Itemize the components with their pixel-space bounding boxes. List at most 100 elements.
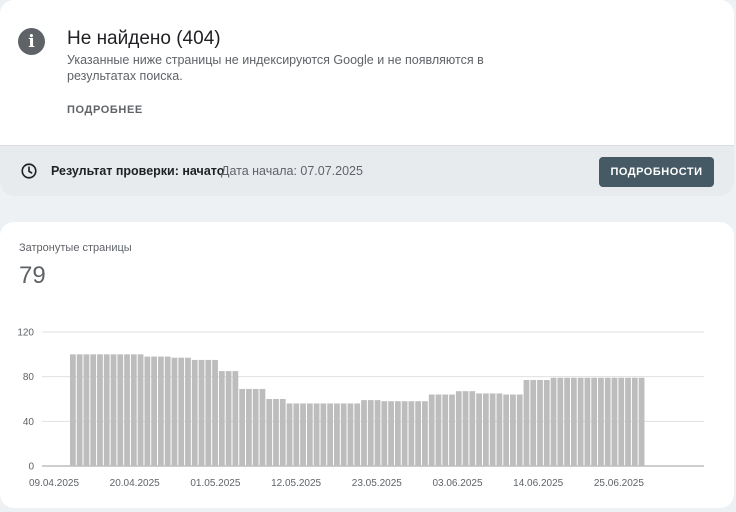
- chart-bar[interactable]: [503, 394, 510, 466]
- chart-bar[interactable]: [164, 356, 171, 466]
- chart-bar[interactable]: [584, 377, 591, 466]
- chart-bar[interactable]: [591, 377, 598, 466]
- chart-bar[interactable]: [604, 377, 611, 466]
- chart-bar[interactable]: [198, 359, 205, 466]
- chart-bar[interactable]: [279, 399, 286, 466]
- chart-bar[interactable]: [273, 399, 279, 466]
- x-tick-label: 09.04.2025: [29, 478, 79, 489]
- chart-bar[interactable]: [293, 403, 300, 466]
- chart-bar[interactable]: [158, 356, 164, 466]
- x-tick-label: 01.05.2025: [190, 478, 240, 489]
- chart-bar[interactable]: [320, 403, 327, 466]
- chart-bar[interactable]: [564, 377, 570, 466]
- chart-bar[interactable]: [510, 394, 516, 466]
- chart-bar[interactable]: [469, 391, 476, 466]
- chart-bar[interactable]: [496, 393, 503, 466]
- chart-bar[interactable]: [489, 393, 496, 466]
- chart-bar[interactable]: [482, 393, 489, 466]
- chart-bar[interactable]: [476, 393, 482, 466]
- y-tick-label: 120: [17, 328, 34, 339]
- y-tick-label: 40: [23, 417, 35, 428]
- chart-bar[interactable]: [455, 391, 462, 466]
- chart-bar[interactable]: [334, 403, 340, 466]
- chart-bar[interactable]: [225, 371, 232, 466]
- chart-bar[interactable]: [83, 354, 90, 466]
- chart-bar[interactable]: [76, 354, 83, 466]
- chart-bar[interactable]: [638, 377, 645, 466]
- validation-status-label: Результат проверки: начато: [51, 164, 225, 178]
- chart-bar[interactable]: [523, 380, 530, 466]
- chart-bar[interactable]: [97, 354, 103, 466]
- chart-bar[interactable]: [557, 377, 564, 466]
- chart-bar[interactable]: [354, 403, 361, 466]
- chart-bar[interactable]: [239, 388, 246, 466]
- chart-bar[interactable]: [110, 354, 117, 466]
- chart-bar[interactable]: [537, 380, 543, 466]
- affected-pages-label: Затронутые страницы: [19, 242, 132, 254]
- chart-bar[interactable]: [340, 403, 347, 466]
- chart-bar[interactable]: [367, 400, 374, 466]
- chart-bar[interactable]: [516, 394, 523, 466]
- chart-bar[interactable]: [266, 399, 273, 466]
- chart-bar[interactable]: [171, 357, 178, 466]
- y-tick-label: 0: [28, 462, 34, 473]
- validation-start-date: Дата начала: 07.07.2025: [221, 164, 363, 178]
- details-button[interactable]: ПОДРОБНОСТИ: [599, 157, 714, 187]
- chart-bar[interactable]: [286, 403, 293, 466]
- chart-bar[interactable]: [381, 401, 388, 466]
- chart-bar[interactable]: [252, 388, 259, 466]
- chart-bar[interactable]: [408, 401, 415, 466]
- chart-bar[interactable]: [570, 377, 577, 466]
- chart-bar[interactable]: [191, 359, 198, 466]
- chart-bar[interactable]: [151, 356, 158, 466]
- x-tick-label: 23.05.2025: [352, 478, 402, 489]
- chart-bar[interactable]: [543, 380, 550, 466]
- chart-bar[interactable]: [442, 394, 449, 466]
- chart-bar[interactable]: [144, 356, 151, 466]
- chart-bar[interactable]: [530, 380, 537, 466]
- chart-bar[interactable]: [259, 388, 266, 466]
- chart-bar[interactable]: [130, 354, 137, 466]
- chart-bar[interactable]: [205, 359, 212, 466]
- chart-bar[interactable]: [347, 403, 354, 466]
- chart-bar[interactable]: [428, 394, 435, 466]
- chart-bar[interactable]: [137, 354, 144, 466]
- chart-bar[interactable]: [625, 377, 631, 466]
- learn-more-link[interactable]: ПОДРОБНЕЕ: [67, 104, 143, 116]
- chart-bar[interactable]: [306, 403, 313, 466]
- chart-bar[interactable]: [117, 354, 124, 466]
- y-tick-label: 80: [23, 372, 35, 383]
- x-tick-label: 20.04.2025: [110, 478, 160, 489]
- chart-bar[interactable]: [374, 400, 381, 466]
- chart-bar[interactable]: [449, 394, 455, 466]
- chart-bar[interactable]: [232, 371, 239, 466]
- affected-pages-count: 79: [19, 262, 46, 289]
- chart-bar[interactable]: [611, 377, 618, 466]
- chart-bar[interactable]: [124, 354, 130, 466]
- chart-bar[interactable]: [631, 377, 638, 466]
- chart-bar[interactable]: [415, 401, 422, 466]
- chart-bar[interactable]: [246, 388, 252, 466]
- chart-bar[interactable]: [218, 371, 225, 466]
- chart-bar[interactable]: [550, 377, 557, 466]
- chart-bar[interactable]: [90, 354, 97, 466]
- chart-bar[interactable]: [401, 401, 408, 466]
- chart-bar[interactable]: [462, 391, 469, 466]
- chart-bar[interactable]: [103, 354, 110, 466]
- chart-bar[interactable]: [577, 377, 584, 466]
- chart-bar[interactable]: [178, 357, 185, 466]
- chart-bar[interactable]: [394, 401, 401, 466]
- chart-bar[interactable]: [422, 401, 428, 466]
- chart-bar[interactable]: [313, 403, 320, 466]
- chart-bar[interactable]: [598, 377, 604, 466]
- chart-bar[interactable]: [388, 401, 394, 466]
- chart-bar[interactable]: [185, 357, 191, 466]
- chart-bar[interactable]: [361, 400, 367, 466]
- chart-bar[interactable]: [327, 403, 334, 466]
- chart-bar[interactable]: [618, 377, 625, 466]
- chart-bar[interactable]: [212, 359, 218, 466]
- chart-bar[interactable]: [435, 394, 442, 466]
- chart-bar[interactable]: [300, 403, 306, 466]
- chart-bar[interactable]: [70, 354, 76, 466]
- status-card: i Не найдено (404) Указанные ниже страни…: [0, 0, 734, 196]
